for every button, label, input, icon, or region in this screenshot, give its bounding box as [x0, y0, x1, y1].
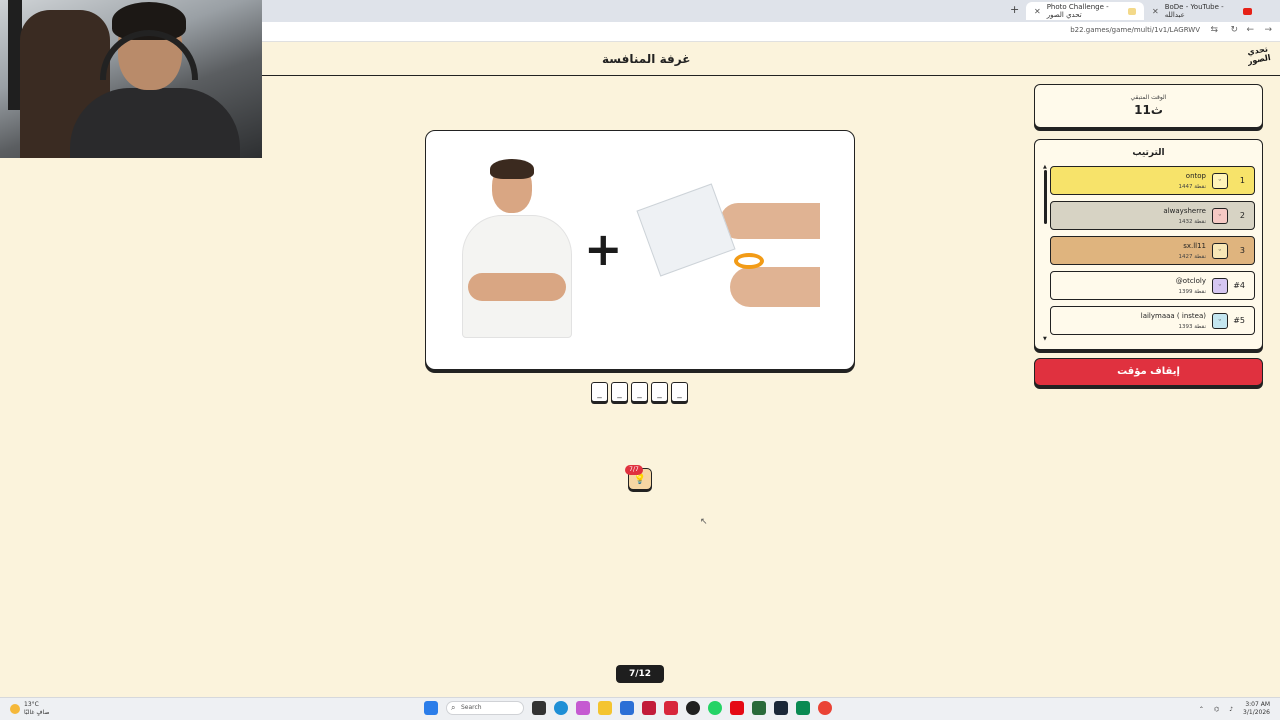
reload-icon[interactable]: ↻ — [1230, 25, 1238, 35]
search-input[interactable]: Search — [446, 701, 524, 715]
tab-label: BoDe - YouTube - عبدالله — [1164, 3, 1224, 19]
app-icon[interactable] — [664, 701, 678, 715]
close-icon[interactable]: ✕ — [1034, 7, 1041, 16]
tab-photo-challenge[interactable]: ✕ Photo Challenge - تحدي الصور — [1026, 2, 1144, 20]
puzzle-image-card: + — [425, 130, 855, 370]
rank-number: 2 — [1239, 211, 1245, 220]
question-progress-badge: 7/12 — [616, 665, 664, 683]
rank-number: 1 — [1239, 176, 1245, 185]
player-name: sx.ll11 — [1183, 242, 1206, 250]
rank-number: 3 — [1239, 246, 1245, 255]
ranking-scrollbar[interactable] — [1044, 170, 1047, 224]
leaderboard-row: #5 ᵕ lailymaaa ( instea) 1393 نقطة — [1050, 306, 1255, 335]
leaderboard-row: 2 ᵕ alwaysherre 1432 نقطة — [1050, 201, 1255, 230]
mcafee-icon[interactable] — [642, 701, 656, 715]
windows-taskbar: 13°C صافٍ غالبًا Search ⌃ ⌬ ♪ 3:07 AM 3/… — [0, 697, 1280, 720]
answer-slot[interactable]: _ — [591, 382, 608, 402]
page-title: غرفة المنافسة — [602, 52, 691, 66]
netflix-icon[interactable] — [730, 701, 744, 715]
clock[interactable]: 3:07 AM 3/1/2026 — [1243, 701, 1270, 717]
answer-slots: _ _ _ _ _ — [591, 382, 688, 402]
answer-slot[interactable]: _ — [631, 382, 648, 402]
scroll-down-icon[interactable]: ▼ — [1043, 336, 1047, 342]
player-score: 1399 نقطة — [1178, 289, 1206, 295]
avatar: ᵕ — [1212, 243, 1228, 259]
terminal-icon[interactable] — [752, 701, 766, 715]
avatar: ᵕ — [1212, 208, 1228, 224]
url-field[interactable]: b22.games/game/multi/1v1/LAGRWV — [1070, 26, 1200, 34]
chrome-icon[interactable] — [818, 701, 832, 715]
network-icon[interactable]: ⌬ — [1214, 706, 1219, 713]
rank-number: #4 — [1233, 281, 1245, 290]
taskbar-apps: Search — [424, 701, 832, 715]
timer-label: الوقت المتبقي — [1130, 94, 1167, 101]
windows-start-icon[interactable] — [424, 701, 438, 715]
answer-slot[interactable]: _ — [671, 382, 688, 402]
player-score: 1432 نقطة — [1178, 219, 1206, 225]
player-name: ontop — [1185, 172, 1206, 180]
pause-button[interactable]: إيقاف مؤقت — [1034, 358, 1263, 386]
plus-icon: + — [584, 222, 623, 276]
rank-number: #5 — [1233, 316, 1245, 325]
back-icon[interactable]: ← — [1246, 25, 1254, 35]
mouse-cursor-icon: ↖ — [700, 517, 708, 527]
game-header: غرفة المنافسة تحدي الصور — [262, 42, 1280, 76]
player-name: lailymaaa ( instea) — [1140, 312, 1206, 320]
translate-icon[interactable]: ⇆ — [1210, 25, 1218, 35]
tab-label: Photo Challenge - تحدي الصور — [1046, 3, 1109, 19]
leaderboard-row: 3 ᵕ sx.ll11 1427 نقطة — [1050, 236, 1255, 265]
smiling-man-image — [462, 159, 572, 338]
leaderboard-row: #4 ᵕ @otcloly 1399 نقطة — [1050, 271, 1255, 300]
ranking-panel: الترتيب ▲ ▼ 1 ᵕ ontop 1447 نقطة 2 ᵕ alwa… — [1034, 139, 1263, 350]
clock-date: 3/1/2026 — [1243, 709, 1270, 716]
whatsapp-icon[interactable] — [708, 701, 722, 715]
chevron-up-icon[interactable]: ⌃ — [1199, 706, 1204, 713]
close-icon[interactable]: ✕ — [1152, 7, 1159, 16]
task-view-icon[interactable] — [532, 701, 546, 715]
new-tab-button[interactable]: + — [1010, 3, 1019, 16]
game-favicon-icon — [1128, 7, 1136, 15]
timer-value: 11ث — [1134, 103, 1163, 117]
system-tray: ⌃ ⌬ ♪ 3:07 AM 3/1/2026 — [1199, 701, 1270, 717]
headphones-icon — [100, 30, 198, 80]
game-logo[interactable]: تحدي الصور — [1244, 44, 1274, 74]
streamer-body — [70, 88, 240, 158]
avatar: ᵕ — [1212, 278, 1228, 294]
avatar: ᵕ — [1212, 173, 1228, 189]
tab-youtube[interactable]: ✕ BoDe - YouTube - عبدالله — [1144, 2, 1260, 20]
webcam-overlay — [0, 0, 262, 158]
scissors-cutting-paper-image — [634, 183, 820, 309]
hint-count-badge: 7/7 — [625, 465, 643, 475]
weather-widget[interactable]: 13°C صافٍ غالبًا — [10, 701, 49, 717]
avatar: ᵕ — [1212, 313, 1228, 329]
clock-time: 3:07 AM — [1245, 701, 1270, 708]
steam-icon[interactable] — [774, 701, 788, 715]
app-icon[interactable] — [796, 701, 810, 715]
player-score: 1447 نقطة — [1178, 184, 1206, 190]
volume-icon[interactable]: ♪ — [1229, 706, 1233, 713]
scissors-icon — [734, 253, 764, 269]
leaderboard-row: 1 ᵕ ontop 1447 نقطة — [1050, 166, 1255, 195]
weather-text: صافٍ غالبًا — [24, 709, 50, 716]
file-explorer-icon[interactable] — [598, 701, 612, 715]
ranking-title: الترتيب — [1132, 148, 1165, 158]
answer-slot[interactable]: _ — [651, 382, 668, 402]
timer-card: الوقت المتبقي 11ث — [1034, 84, 1263, 128]
store-icon[interactable] — [620, 701, 634, 715]
lightbulb-icon: 💡 — [633, 474, 647, 485]
edge-icon[interactable] — [554, 701, 568, 715]
weather-temp: 13°C — [24, 701, 39, 708]
answer-slot[interactable]: _ — [611, 382, 628, 402]
copilot-icon[interactable] — [576, 701, 590, 715]
player-score: 1393 نقطة — [1178, 324, 1206, 330]
player-name: alwaysherre — [1163, 207, 1206, 215]
youtube-favicon-icon — [1243, 7, 1252, 15]
player-name: @otcloly — [1175, 277, 1206, 285]
player-score: 1427 نقطة — [1178, 254, 1206, 260]
obs-icon[interactable] — [686, 701, 700, 715]
sun-icon — [10, 704, 20, 714]
forward-icon[interactable]: → — [1264, 25, 1272, 35]
